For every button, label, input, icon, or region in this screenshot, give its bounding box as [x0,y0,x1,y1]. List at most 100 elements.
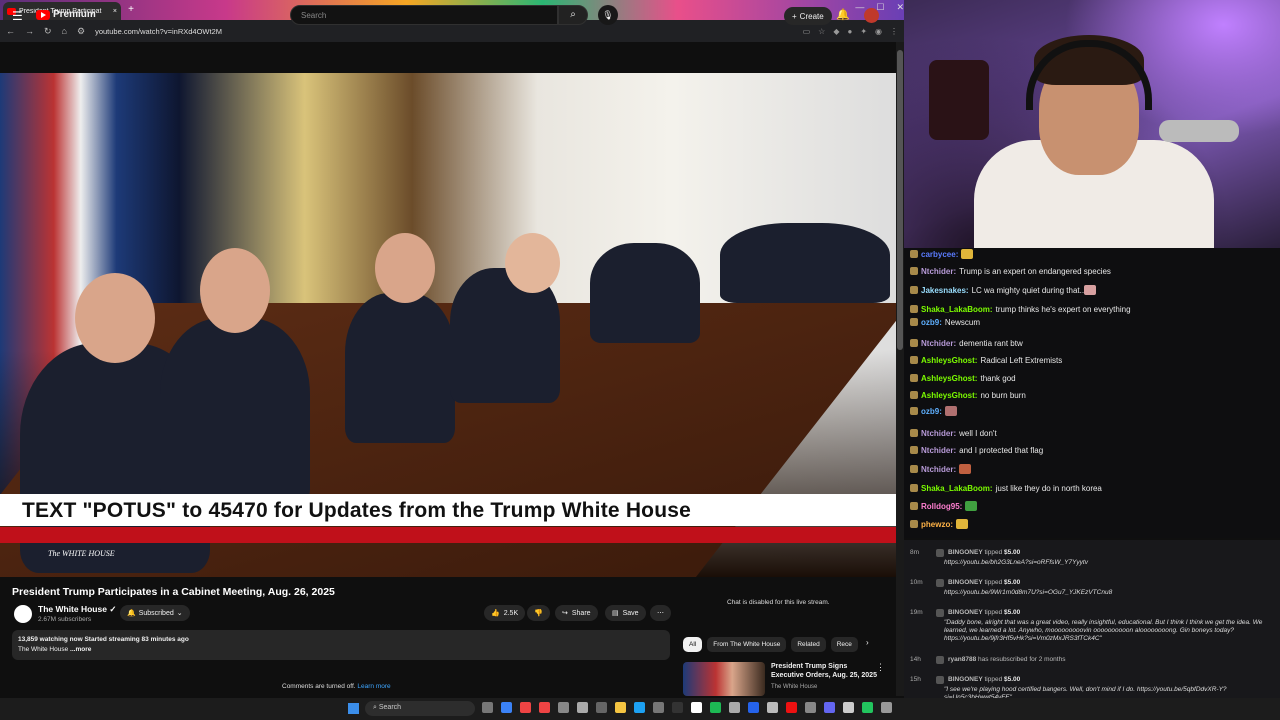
chat-username[interactable]: Rolldog95: [921,502,962,511]
hamburger-menu-icon[interactable]: ☰ [12,9,23,23]
app-icon[interactable] [805,702,816,713]
new-tab-button[interactable]: + [125,4,137,16]
event-user[interactable]: BINGONEY [948,609,983,616]
chat-username[interactable]: ozb9: [921,407,942,416]
save-button[interactable]: ▤ Save [605,605,646,621]
url-field[interactable]: youtube.com/watch?v=inRXd4OWt2M [95,27,793,36]
chip-related[interactable]: Related [791,637,826,652]
user-avatar[interactable] [864,8,879,23]
verified-icon: ✓ [109,604,117,614]
chrome-icon[interactable] [539,702,550,713]
chat-username[interactable]: Ntchider: [921,339,956,348]
chat-username[interactable]: Jakesnakes: [921,286,969,295]
search-button[interactable]: ⌕ [558,5,588,25]
chat-username[interactable]: carbycee: [921,250,958,259]
share-button[interactable]: ↪ Share [555,605,598,621]
spotify-icon[interactable] [710,702,721,713]
app-icon[interactable] [767,702,778,713]
home-icon[interactable]: ⌂ [62,26,67,36]
learn-more-link[interactable]: Learn more [357,683,390,690]
chat-text: just like they do in north korea [995,484,1102,493]
create-button[interactable]: + Create [784,7,832,25]
scrollbar-thumb[interactable] [897,50,903,350]
app-icon[interactable] [748,702,759,713]
channel-name[interactable]: The White House ✓ [38,604,116,615]
profile-icon[interactable]: ◉ [875,27,882,36]
chat-text: trump thinks he's expert on everything [995,305,1131,314]
event-user[interactable]: ryan8788 [948,656,976,663]
event-type-icon [936,656,944,664]
chat-username[interactable]: Shaka_LakaBoom: [921,305,993,314]
cast-icon[interactable]: ▭ [803,27,811,36]
stream-events-feed: 8m BINGONEY tipped $5.00 https://youtu.be/… [904,540,1280,698]
app-icon[interactable] [501,702,512,713]
app-icon[interactable] [824,702,835,713]
voice-search-button[interactable]: 🎙 [598,5,618,25]
recommendation-thumbnail[interactable] [683,662,765,696]
app-icon[interactable] [729,702,740,713]
video-player[interactable]: The WHITE HOUSE TEXT "POTUS" to 45470 fo… [0,73,896,577]
app-icon[interactable] [786,702,797,713]
chip-from-white-house[interactable]: From The White House [707,637,787,652]
chip-recent[interactable]: Rece [830,637,858,652]
extension-icon[interactable]: ◆ [833,27,839,36]
close-tab-icon[interactable]: × [113,8,117,15]
more-actions-button[interactable]: ⋯ [650,605,671,621]
minimize-icon[interactable]: — [855,2,864,13]
bookmark-star-icon[interactable]: ☆ [818,27,825,36]
recommendation-menu-icon[interactable]: ⋮ [876,662,885,673]
channel-avatar[interactable] [14,605,32,623]
windows-start-icon[interactable] [348,703,359,714]
chat-username[interactable]: phewzo: [921,520,953,529]
description-box[interactable]: 13,859 watching now Started streaming 83… [12,630,670,660]
event-action: tipped [982,676,1004,683]
menu-dots-icon[interactable]: ⋮ [890,27,898,36]
search-input[interactable]: Search [290,5,558,25]
puzzle-icon[interactable]: ✦ [860,27,867,36]
taskbar-search[interactable]: ⌕ Search [365,701,475,716]
show-more-link[interactable]: ...more [70,646,91,653]
obs-icon[interactable] [691,702,702,713]
app-icon[interactable] [634,702,645,713]
chat-username[interactable]: Ntchider: [921,465,956,474]
app-icon[interactable] [672,702,683,713]
reload-icon[interactable]: ↻ [44,26,52,37]
chat-username[interactable]: Shaka_LakaBoom: [921,484,993,493]
app-icon[interactable] [596,702,607,713]
event-user[interactable]: BINGONEY [948,676,983,683]
app-icon[interactable] [881,702,892,713]
app-icon[interactable] [577,702,588,713]
folder-icon[interactable] [615,702,626,713]
event-user[interactable]: BINGONEY [948,549,983,556]
app-icon[interactable] [862,702,873,713]
app-icon[interactable] [843,702,854,713]
video-person-head [505,233,560,293]
back-icon[interactable]: ← [6,26,15,36]
video-title: President Trump Participates in a Cabine… [12,586,335,598]
like-button[interactable]: 👍 2.5K [484,605,526,621]
chip-all[interactable]: All [683,637,703,652]
file-icon[interactable] [482,702,493,713]
chat-username[interactable]: ozb9: [921,318,942,327]
chat-username[interactable]: Ntchider: [921,267,956,276]
chrome-icon[interactable] [520,702,531,713]
forward-icon[interactable]: → [25,26,34,36]
notifications-bell-icon[interactable]: 🔔 [836,8,850,21]
app-icon[interactable] [558,702,569,713]
chat-username[interactable]: AshleysGhost: [921,356,977,365]
site-info-icon[interactable]: ⚙ [77,26,85,37]
taskbar-search-label: Search [378,704,402,711]
chevron-right-icon[interactable]: › [866,638,869,647]
chat-username[interactable]: Ntchider: [921,446,956,455]
chat-username[interactable]: AshleysGhost: [921,391,977,400]
youtube-logo[interactable]: Premium [36,9,96,20]
subscribed-button[interactable]: 🔔 Subscribed ⌄ [120,605,190,621]
dislike-button[interactable]: 👎 [527,605,550,621]
recommendation-title[interactable]: President Trump Signs Executive Orders, … [771,662,881,680]
event-user[interactable]: BINGONEY [948,579,983,586]
extension-icon[interactable]: ● [847,27,852,36]
chat-username[interactable]: AshleysGhost: [921,374,977,383]
app-icon[interactable] [653,702,664,713]
close-window-icon[interactable]: ✕ [896,2,904,13]
chat-username[interactable]: Ntchider: [921,429,956,438]
